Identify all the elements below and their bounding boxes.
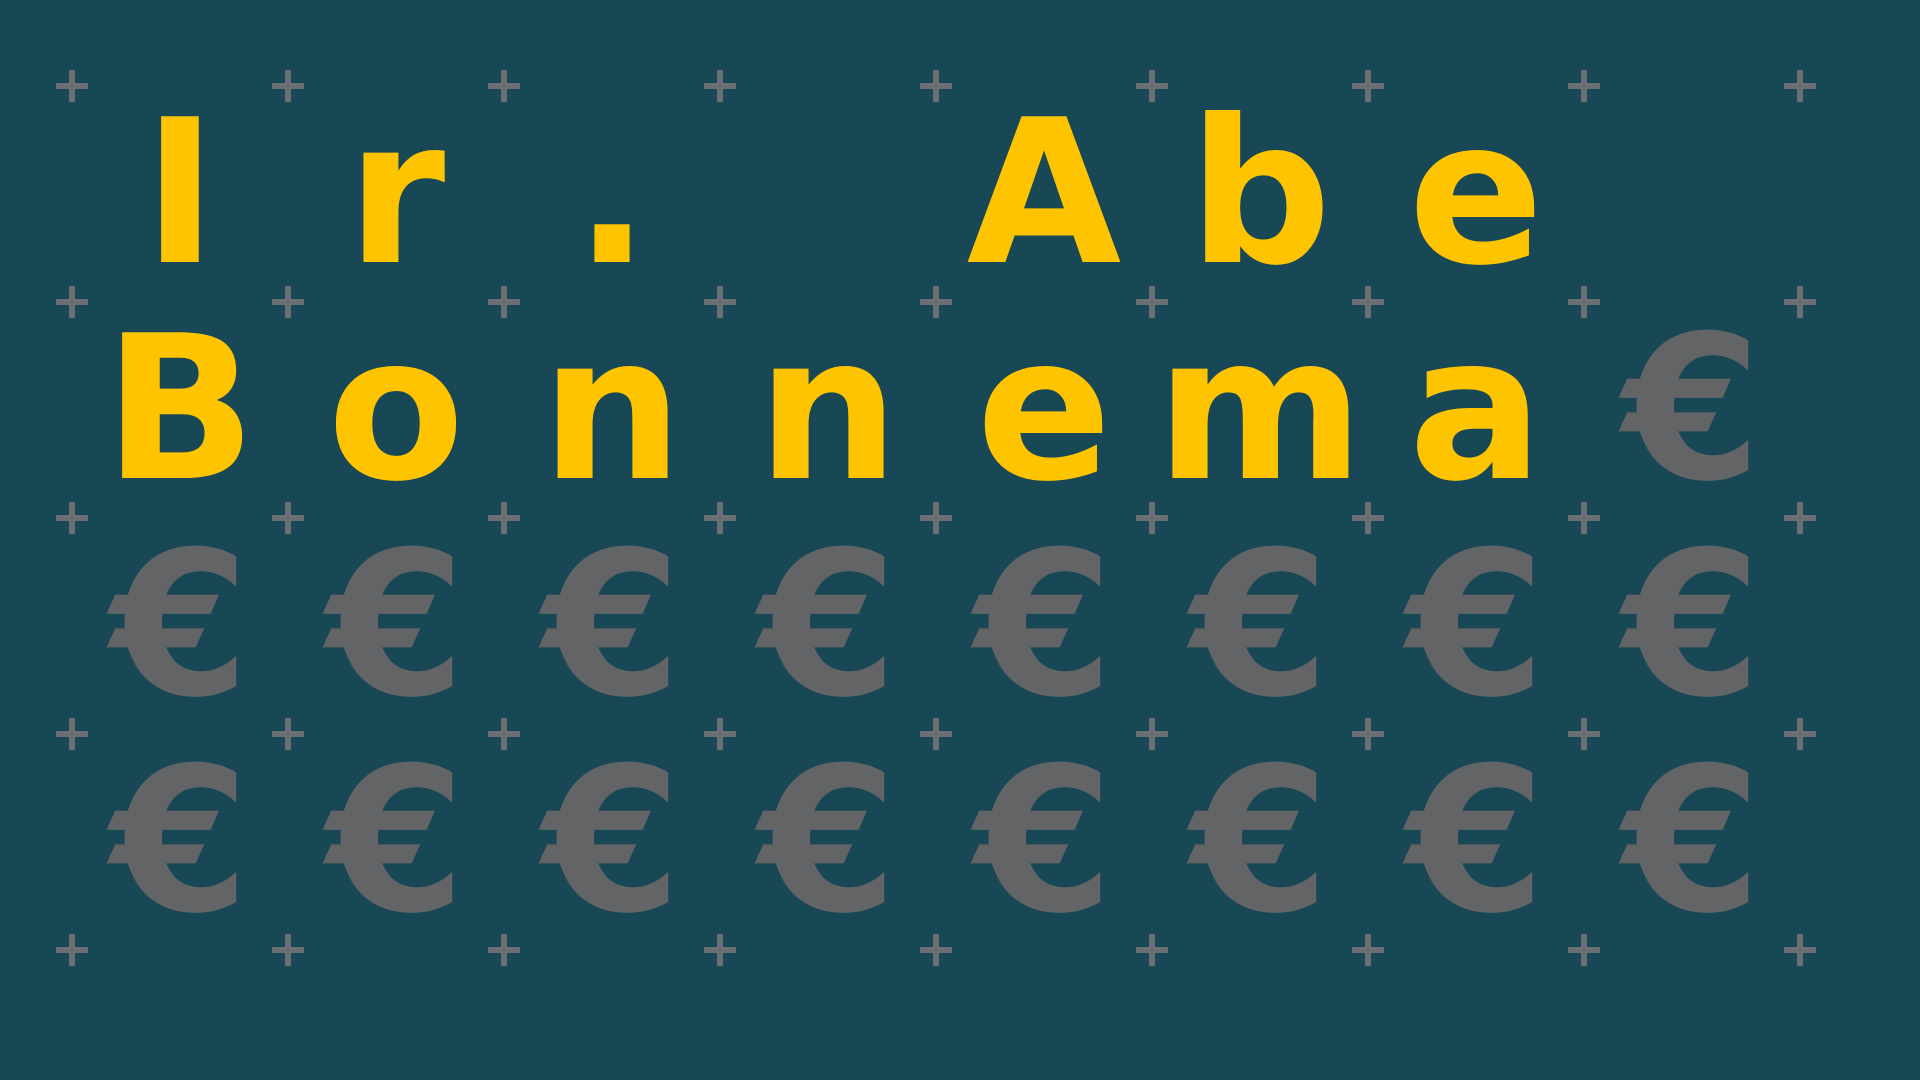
letter-tile: I bbox=[142, 77, 218, 310]
empty-cell bbox=[1800, 734, 1920, 950]
euro-glyph: € bbox=[542, 509, 682, 742]
euro-glyph: € bbox=[758, 509, 898, 742]
euro-glyph: € bbox=[1622, 509, 1762, 742]
euro-glyph: € bbox=[1406, 509, 1546, 742]
letter-tile: A bbox=[966, 77, 1122, 310]
euro-glyph: € bbox=[758, 725, 898, 958]
euro-glyph: € bbox=[1622, 293, 1762, 526]
euro-glyph: € bbox=[1190, 509, 1330, 742]
euro-glyph: € bbox=[974, 725, 1114, 958]
letter-tile: o bbox=[327, 293, 465, 526]
letter-tile: r bbox=[346, 77, 446, 310]
letter-tile: e bbox=[976, 293, 1112, 526]
euro-glyph: € bbox=[1190, 725, 1330, 958]
euro-glyph: € bbox=[110, 725, 250, 958]
letter-tile: e bbox=[1408, 77, 1544, 310]
empty-cell bbox=[1800, 302, 1920, 518]
empty-cell bbox=[1800, 86, 1920, 302]
letter-tile: n bbox=[540, 293, 684, 526]
letter-tile: n bbox=[756, 293, 900, 526]
letter-tile: b bbox=[1188, 77, 1332, 310]
letter-tile: . bbox=[574, 77, 650, 310]
euro-glyph: € bbox=[542, 725, 682, 958]
empty-cell bbox=[720, 86, 936, 302]
euro-glyph: € bbox=[974, 509, 1114, 742]
empty-cell bbox=[1584, 86, 1800, 302]
euro-glyph: € bbox=[110, 509, 250, 742]
empty-cell bbox=[1800, 518, 1920, 734]
euro-glyph: € bbox=[326, 509, 466, 742]
euro-glyph: € bbox=[1622, 725, 1762, 958]
euro-glyph: € bbox=[1406, 725, 1546, 958]
letter-tile: m bbox=[1155, 293, 1365, 526]
letter-tile: B bbox=[103, 293, 257, 526]
letter-tile: a bbox=[1408, 293, 1544, 526]
grid-board: Ir. Ab e Bo n n e m a € € € € € € € € € € € € € € € € € bbox=[0, 0, 1920, 1080]
euro-glyph: € bbox=[326, 725, 466, 958]
